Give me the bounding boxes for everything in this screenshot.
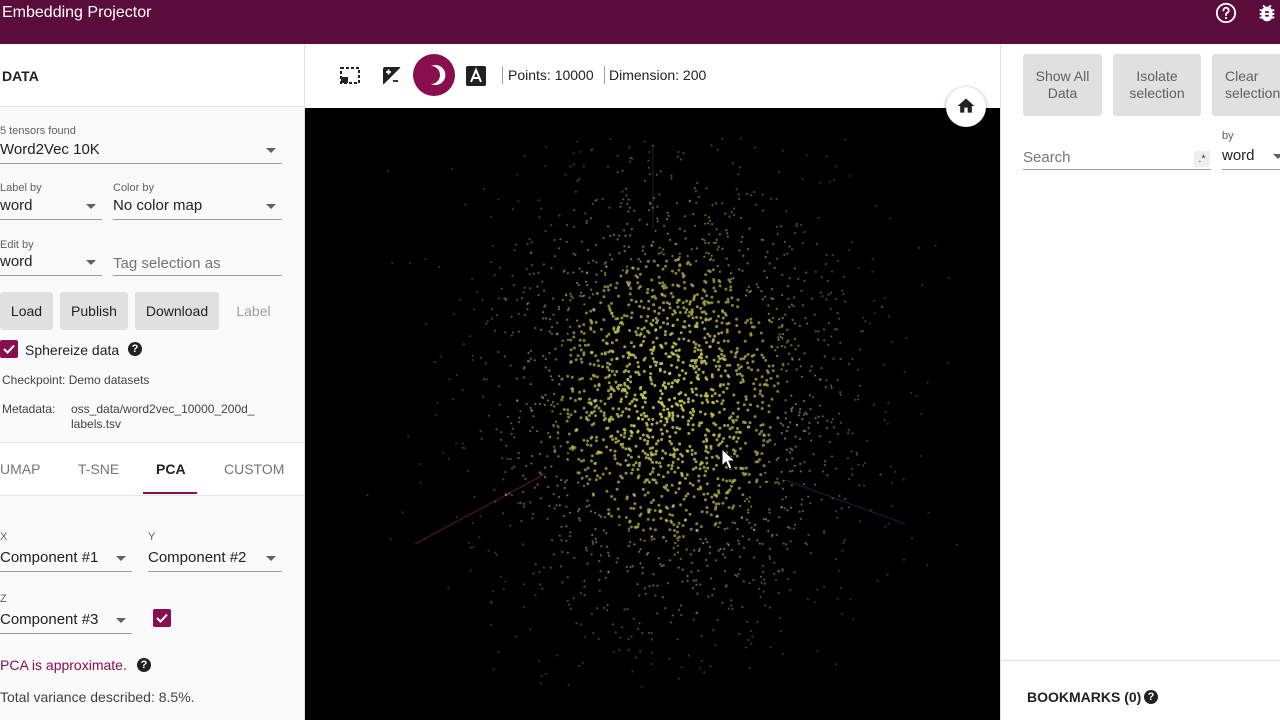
color-by-label: Color by (113, 182, 154, 194)
data-panel-header: DATA (0, 44, 304, 107)
load-button[interactable]: Load (0, 292, 53, 330)
dimension-count: Dimension: 200 (609, 67, 707, 83)
help-icon[interactable]: ? (137, 658, 151, 672)
checkpoint-text: Checkpoint: Demo datasets (2, 373, 150, 387)
tensor-select[interactable]: Word2Vec 10K (0, 140, 282, 164)
pca-z-label: Z (0, 593, 7, 605)
pca-z-checkbox[interactable] (153, 609, 171, 627)
chevron-down-icon (266, 556, 276, 561)
isolate-selection-line1: Isolate (1136, 68, 1178, 84)
tensor-select-value: Word2Vec 10K (0, 141, 100, 158)
metadata-value-line2: labels.tsv (71, 417, 122, 431)
point-cloud (366, 137, 959, 688)
tensors-found-label: 5 tensors found (0, 125, 76, 137)
edit-by-select[interactable]: word (0, 252, 102, 276)
check-icon (3, 344, 15, 354)
toolbar-divider (604, 66, 605, 84)
sphereize-checkbox[interactable] (0, 340, 18, 358)
home-button[interactable] (946, 87, 986, 127)
label-button[interactable]: Label (226, 292, 281, 330)
projector-toolbar: Points: 10000 Dimension: 200 (305, 44, 1000, 108)
toolbar-divider (502, 66, 503, 84)
search-by-select[interactable]: word (1222, 146, 1280, 170)
publish-button[interactable]: Publish (60, 292, 128, 330)
edit-by-value: word (0, 253, 33, 270)
clear-selection-button[interactable]: Clear selection (1212, 54, 1280, 116)
label-by-value: word (0, 197, 33, 214)
metadata-label: Metadata: (2, 402, 56, 416)
label-by-label: Label by (0, 182, 42, 194)
chevron-down-icon (1273, 154, 1280, 159)
tag-selection-input[interactable] (113, 252, 282, 276)
data-panel: DATA 5 tensors found Word2Vec 10K Label … (0, 44, 305, 720)
active-tab-indicator (143, 492, 197, 494)
show-all-data-button[interactable]: Show All Data (1023, 54, 1102, 116)
projection-tabs: UMAP T-SNE PCA CUSTOM (0, 442, 304, 496)
bookmarks-section: BOOKMARKS (0) ? (1001, 660, 1280, 720)
variance-text: Total variance described: 8.5%. (0, 689, 195, 705)
chevron-down-icon (86, 260, 96, 265)
regex-toggle[interactable]: .* (1194, 151, 1210, 167)
sphereize-label: Sphereize data (25, 342, 120, 358)
metadata-value-line1: oss_data/word2vec_10000_200d_ (71, 402, 255, 416)
inspector-panel: Show All Data Isolate selection Clear se… (1000, 44, 1280, 720)
text-labels-icon[interactable] (464, 64, 488, 88)
color-by-value: No color map (113, 197, 203, 214)
home-icon (957, 98, 975, 113)
help-icon[interactable]: ? (128, 342, 142, 356)
clear-selection-line2: selection (1225, 85, 1280, 101)
app-title: Embedding Projector (2, 4, 152, 21)
pca-approx-text: PCA is approximate. (0, 657, 127, 673)
tab-custom[interactable]: CUSTOM (224, 461, 284, 477)
chevron-down-icon (116, 556, 126, 561)
moon-icon (431, 65, 446, 85)
top-app-bar: Embedding Projector (0, 0, 1280, 44)
show-all-data-line2: Data (1047, 85, 1078, 101)
label-by-select[interactable]: word (0, 196, 102, 220)
chevron-down-icon (116, 618, 126, 623)
show-all-data-line1: Show All (1035, 68, 1090, 84)
pca-z-value: Component #3 (0, 611, 99, 628)
tab-umap[interactable]: UMAP (0, 461, 40, 477)
download-button[interactable]: Download (135, 292, 219, 330)
night-mode-icon[interactable] (380, 64, 404, 88)
chevron-down-icon (266, 204, 276, 209)
pca-y-value: Component #2 (148, 549, 247, 566)
tab-pca[interactable]: PCA (156, 461, 186, 477)
mouse-cursor-icon (721, 448, 735, 470)
bug-report-icon[interactable] (1256, 2, 1278, 24)
bookmarks-title: BOOKMARKS (0) (1027, 689, 1142, 705)
pca-x-select[interactable]: Component #1 (0, 548, 132, 572)
clear-selection-line1: Clear (1225, 68, 1259, 84)
pca-x-label: X (0, 531, 8, 543)
chevron-down-icon (86, 204, 96, 209)
pca-z-select[interactable]: Component #3 (0, 610, 132, 634)
pca-y-label: Y (148, 531, 156, 543)
edit-by-label: Edit by (0, 239, 34, 251)
points-count: Points: 10000 (508, 67, 594, 83)
isolate-selection-button[interactable]: Isolate selection (1113, 54, 1201, 116)
selection-icon[interactable] (338, 64, 362, 88)
check-icon (156, 613, 168, 623)
help-icon[interactable] (1215, 2, 1237, 24)
chevron-down-icon (266, 148, 276, 153)
pca-y-select[interactable]: Component #2 (148, 548, 282, 572)
search-by-label: by (1222, 130, 1234, 142)
moon-icon-button[interactable] (413, 54, 455, 96)
isolate-selection-line2: selection (1129, 85, 1185, 101)
tab-tsne[interactable]: T-SNE (78, 461, 119, 477)
pca-x-value: Component #1 (0, 549, 99, 566)
projection-canvas[interactable] (305, 108, 1000, 720)
help-icon[interactable]: ? (1144, 690, 1158, 704)
search-input[interactable] (1023, 146, 1211, 170)
data-panel-title: DATA (2, 68, 39, 84)
search-by-value: word (1222, 147, 1255, 164)
color-by-select[interactable]: No color map (113, 196, 282, 220)
